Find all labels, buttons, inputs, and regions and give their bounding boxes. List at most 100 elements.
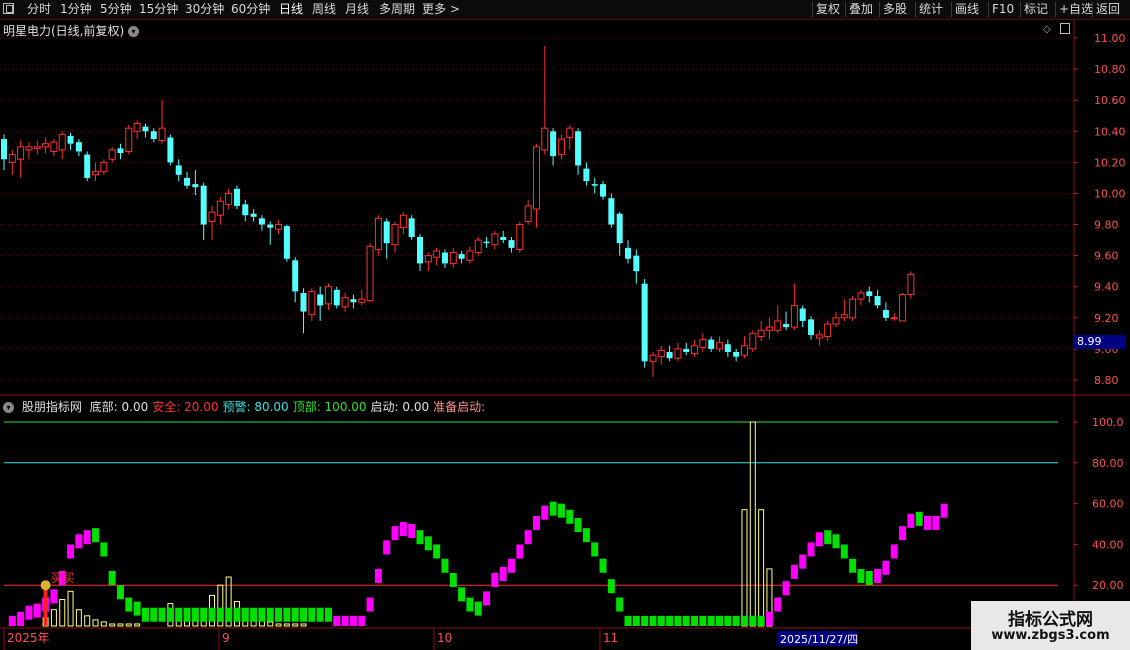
- indicator-block: [150, 607, 158, 622]
- candle-body: [899, 294, 907, 322]
- diamond-icon[interactable]: ◇: [1043, 24, 1051, 35]
- indicator-block: [383, 540, 391, 555]
- candle-body: [882, 310, 889, 318]
- indicator-block: [799, 554, 807, 569]
- candle-body: [600, 184, 607, 197]
- candle-body: [890, 317, 898, 320]
- candle-body: [233, 188, 240, 206]
- candle-body: [117, 148, 124, 154]
- price-tick-label: 10.40: [1094, 125, 1126, 138]
- candle-body: [33, 146, 41, 149]
- indicator-block: [632, 615, 640, 626]
- indicator-block: [92, 528, 100, 543]
- date-tick-label: 9: [222, 631, 230, 645]
- candle-body: [808, 319, 815, 335]
- candle-body: [366, 245, 374, 302]
- cursor-date-label: 2025/11/27/四: [780, 633, 858, 646]
- candle-body: [125, 127, 133, 152]
- candle-body: [225, 192, 233, 205]
- candle-body: [424, 255, 432, 263]
- indicator-block: [424, 536, 432, 551]
- indicator-block: [433, 544, 441, 559]
- indicator-header: ▾ 股朋指标网 底部: 0.00 安全: 20.00 预警: 80.00 顶部: 10…: [3, 398, 489, 415]
- indicator-block: [657, 615, 665, 626]
- indicator-block: [674, 615, 682, 626]
- last-price-badge: 8.99: [1074, 335, 1126, 349]
- candle-body: [840, 314, 848, 319]
- price-tick-label: 10.20: [1094, 156, 1126, 169]
- candle-body: [857, 292, 865, 300]
- candle-body: [258, 218, 265, 225]
- candle-body: [541, 127, 549, 151]
- candle-body: [849, 298, 857, 319]
- low-zone-bar: [50, 609, 57, 627]
- indicator-block: [782, 581, 790, 596]
- candle-body: [483, 241, 490, 244]
- indicator-block: [366, 597, 374, 612]
- candle-body: [708, 339, 715, 349]
- candle-body: [832, 317, 840, 325]
- candle-body: [657, 349, 665, 358]
- indicator-block: [183, 607, 191, 622]
- indicator-block: [524, 530, 532, 545]
- indicator-block: [308, 607, 316, 622]
- indicator-block: [740, 615, 748, 626]
- chart-canvas[interactable]: 11.00 10.80 10.60 10.40 10.20 10.00 9.80 9.60 9.…: [0, 0, 1130, 650]
- indicator-tick-label: 40.00: [1092, 538, 1124, 551]
- low-zone-bar: [100, 621, 107, 627]
- indicator-block: [358, 615, 366, 626]
- indicator-block: [832, 534, 840, 549]
- price-tick-label: 10.80: [1094, 63, 1126, 76]
- candle-body: [292, 260, 299, 292]
- price-tick-label: 9.20: [1094, 312, 1119, 325]
- candle-body: [358, 298, 366, 303]
- indicator-block: [8, 615, 16, 626]
- start-signal-bar: [741, 509, 748, 627]
- indicator-block: [541, 505, 549, 520]
- candle-body: [500, 236, 507, 241]
- candle-body: [167, 137, 174, 163]
- indicator-block: [516, 544, 524, 559]
- chevron-down-icon[interactable]: ▾: [128, 26, 140, 37]
- indicator-block: [682, 615, 690, 626]
- price-tick-label: 11.00: [1094, 32, 1126, 45]
- panel-toggle-icon[interactable]: [1060, 23, 1070, 34]
- low-zone-bar: [75, 609, 82, 627]
- candle-body: [283, 226, 290, 259]
- indicator-block: [774, 597, 782, 612]
- indicator-block: [125, 597, 133, 612]
- chevron-down-icon[interactable]: ▾: [3, 402, 14, 413]
- candle-body: [524, 205, 532, 222]
- candle-body: [874, 296, 881, 306]
- indicator-block: [549, 501, 557, 516]
- watermark-url: www.zbgs3.com: [991, 628, 1110, 643]
- candle-body: [799, 308, 806, 321]
- buy-signal-bar: [43, 589, 48, 626]
- candle-body: [383, 221, 390, 244]
- indicator-block: [100, 542, 108, 557]
- candle-body: [749, 332, 757, 350]
- candle-body: [608, 198, 615, 225]
- candle-body: [649, 354, 657, 362]
- candle-body: [133, 123, 141, 132]
- indicator-block: [924, 515, 932, 530]
- candle-body: [267, 224, 274, 228]
- indicator-block: [208, 607, 216, 622]
- candle-body: [350, 299, 357, 303]
- candle-body: [200, 185, 207, 225]
- indicator-tick-label: 20.00: [1092, 579, 1124, 592]
- candle-body: [765, 326, 773, 331]
- candle-body: [566, 127, 574, 138]
- candle-body: [557, 138, 565, 156]
- candle-body: [50, 141, 58, 152]
- date-tick-label: 11: [603, 631, 618, 645]
- candle-body: [516, 224, 524, 250]
- indicator-block: [25, 605, 33, 620]
- indicator-block: [341, 615, 349, 626]
- indicator-block: [483, 591, 491, 606]
- candle-body: [532, 146, 540, 210]
- stock-title-text: 明星电力(日线,前复权): [3, 24, 125, 38]
- candle-body: [242, 204, 249, 216]
- candle-body: [1, 139, 7, 160]
- candle-body: [324, 286, 332, 305]
